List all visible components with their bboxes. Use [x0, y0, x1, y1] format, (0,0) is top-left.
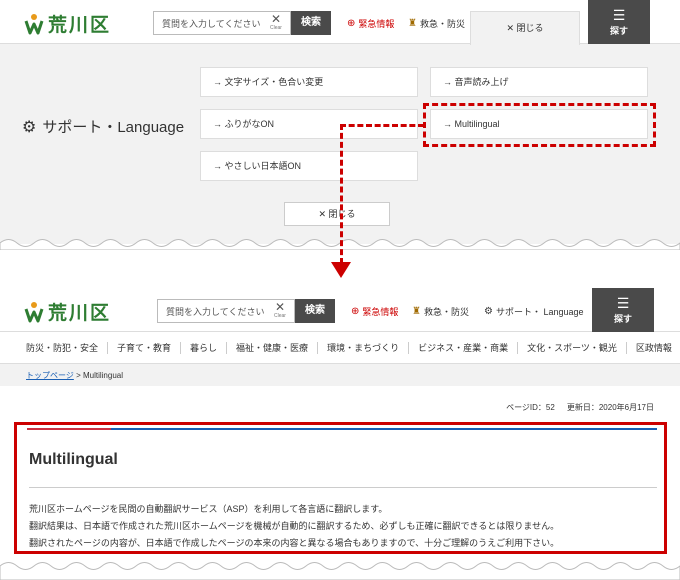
title-divider: [29, 487, 657, 488]
content-body: 荒川区ホームページを民間の自動翻訳サービス（ASP）を利用して各言語に翻訳します…: [29, 501, 659, 552]
rescue-label: 救急・防災: [423, 307, 469, 317]
rescue-label: 救急・防災: [419, 19, 465, 29]
down-arrow-icon: [331, 262, 351, 278]
hydrant-icon: ♜: [408, 18, 417, 29]
breadcrumb-separator: >: [73, 371, 83, 380]
option-label: ふりがなON: [224, 119, 275, 129]
close-tab-label: 閉じる: [516, 23, 544, 33]
page-meta: ページID：52 更新日：2020年6月17日: [506, 402, 654, 413]
breadcrumb: トップページ > Multilingual: [0, 364, 680, 386]
highlight-box: [423, 103, 656, 147]
sagasu-label: 探す: [613, 314, 632, 324]
emergency-link[interactable]: ⊕ 緊急情報: [347, 17, 394, 30]
nav-item-business[interactable]: ビジネス・産業・商業: [409, 341, 519, 354]
gear-icon: ⚙: [484, 306, 493, 317]
rescue-link[interactable]: ♜ 救急・防災: [412, 305, 469, 318]
emergency-link[interactable]: ⊕ 緊急情報: [351, 305, 398, 318]
body-line: 翻訳されたページの内容が、日本語で作成したページの本来の内容と異なる場合もありま…: [29, 538, 560, 548]
option-text-size-color[interactable]: → 文字サイズ・色合い変更: [200, 67, 418, 97]
close-icon: ✕: [506, 23, 517, 33]
site-logo[interactable]: 荒川区: [24, 10, 111, 37]
page-title: Multilingual: [29, 451, 118, 468]
alert-icon: ⊕: [351, 306, 360, 317]
support-close-button[interactable]: ✕ 閉じる: [284, 202, 390, 226]
clear-button[interactable]: ✕ Clear: [266, 13, 286, 31]
search-menu-icon: ☰: [612, 7, 626, 23]
option-read-aloud[interactable]: → 音声読み上げ: [430, 67, 648, 97]
nav-item-government[interactable]: 区政情報: [627, 342, 680, 354]
search-button[interactable]: 検索: [295, 299, 335, 323]
page-id: ページID：52: [506, 403, 555, 412]
option-label: 音声読み上げ: [454, 77, 509, 87]
site-logo[interactable]: 荒川区: [24, 298, 111, 325]
updated-date: 更新日：2020年6月17日: [566, 403, 654, 412]
search-placeholder: 質問を入力してください: [166, 307, 265, 317]
clear-label: Clear: [274, 313, 286, 319]
support-title-text: サポート・Language: [42, 119, 185, 136]
wave-divider: [0, 562, 680, 580]
emergency-label: 緊急情報: [358, 19, 395, 29]
nav-item-education[interactable]: 子育て・教育: [108, 341, 182, 354]
rescue-link[interactable]: ♜ 救急・防災: [408, 17, 465, 30]
search-input[interactable]: 質問を入力してください ✕ Clear: [157, 299, 295, 323]
clear-label: Clear: [270, 25, 282, 31]
option-label: やさしい日本語ON: [224, 161, 302, 171]
close-icon: ✕: [270, 12, 282, 26]
sagasu-button[interactable]: ☰ 探す: [588, 0, 650, 44]
option-easy-japanese[interactable]: → やさしい日本語ON: [200, 151, 418, 181]
alert-icon: ⊕: [347, 18, 356, 29]
support-link-label: サポート・ Language: [495, 307, 584, 317]
logo-text: 荒川区: [48, 14, 112, 36]
hydrant-icon: ♜: [412, 306, 421, 317]
clear-button[interactable]: ✕ Clear: [270, 301, 290, 319]
sagasu-button[interactable]: ☰ 探す: [592, 288, 654, 332]
logo-mark-icon: [24, 301, 44, 322]
logo-text: 荒川区: [48, 302, 112, 324]
breadcrumb-current: Multilingual: [82, 371, 123, 380]
content-top-rule: [27, 428, 657, 430]
content-highlight-box: Multilingual 荒川区ホームページを民間の自動翻訳サービス（ASP）を…: [14, 422, 667, 554]
emergency-label: 緊急情報: [362, 307, 399, 317]
support-close-tab[interactable]: ✕ 閉じる: [470, 11, 580, 45]
search-placeholder: 質問を入力してください: [162, 19, 261, 29]
support-title: ⚙ サポート・Language: [22, 116, 184, 137]
nav-item-living[interactable]: 暮らし: [181, 341, 228, 354]
sagasu-label: 探す: [609, 26, 628, 36]
nav-item-welfare[interactable]: 福祉・健康・医療: [227, 341, 319, 354]
search-menu-icon: ☰: [616, 295, 630, 311]
search-input[interactable]: 質問を入力してください ✕ Clear: [153, 11, 291, 35]
close-icon: ✕: [318, 209, 329, 219]
nav-item-environment[interactable]: 環境・まちづくり: [318, 341, 410, 354]
highlight-connector: [340, 124, 343, 264]
logo-mark-icon: [24, 13, 44, 34]
support-link[interactable]: ⚙ サポート・ Language: [484, 305, 584, 318]
option-label: 文字サイズ・色合い変更: [224, 77, 324, 87]
nav-item-culture[interactable]: 文化・スポーツ・観光: [518, 341, 627, 354]
nav-item-safety[interactable]: 防災・防犯・安全: [26, 341, 109, 354]
close-icon: ✕: [274, 300, 286, 314]
gear-icon: ⚙: [22, 118, 37, 136]
body-line: 荒川区ホームページを民間の自動翻訳サービス（ASP）を利用して各言語に翻訳します…: [29, 504, 388, 514]
body-line: 翻訳結果は、日本語で作成された荒川区ホームページを機械が自動的に翻訳するため、必…: [29, 521, 560, 531]
breadcrumb-home-link[interactable]: トップページ: [26, 371, 74, 380]
search-button[interactable]: 検索: [291, 11, 331, 35]
highlight-connector: [340, 124, 424, 127]
global-nav: 防災・防犯・安全 子育て・教育 暮らし 福祉・健康・医療 環境・まちづくり ビジ…: [0, 332, 680, 364]
site-header-bottom: 荒川区 質問を入力してください ✕ Clear 検索 ⊕ 緊急情報 ♜ 救急・防…: [0, 288, 680, 332]
